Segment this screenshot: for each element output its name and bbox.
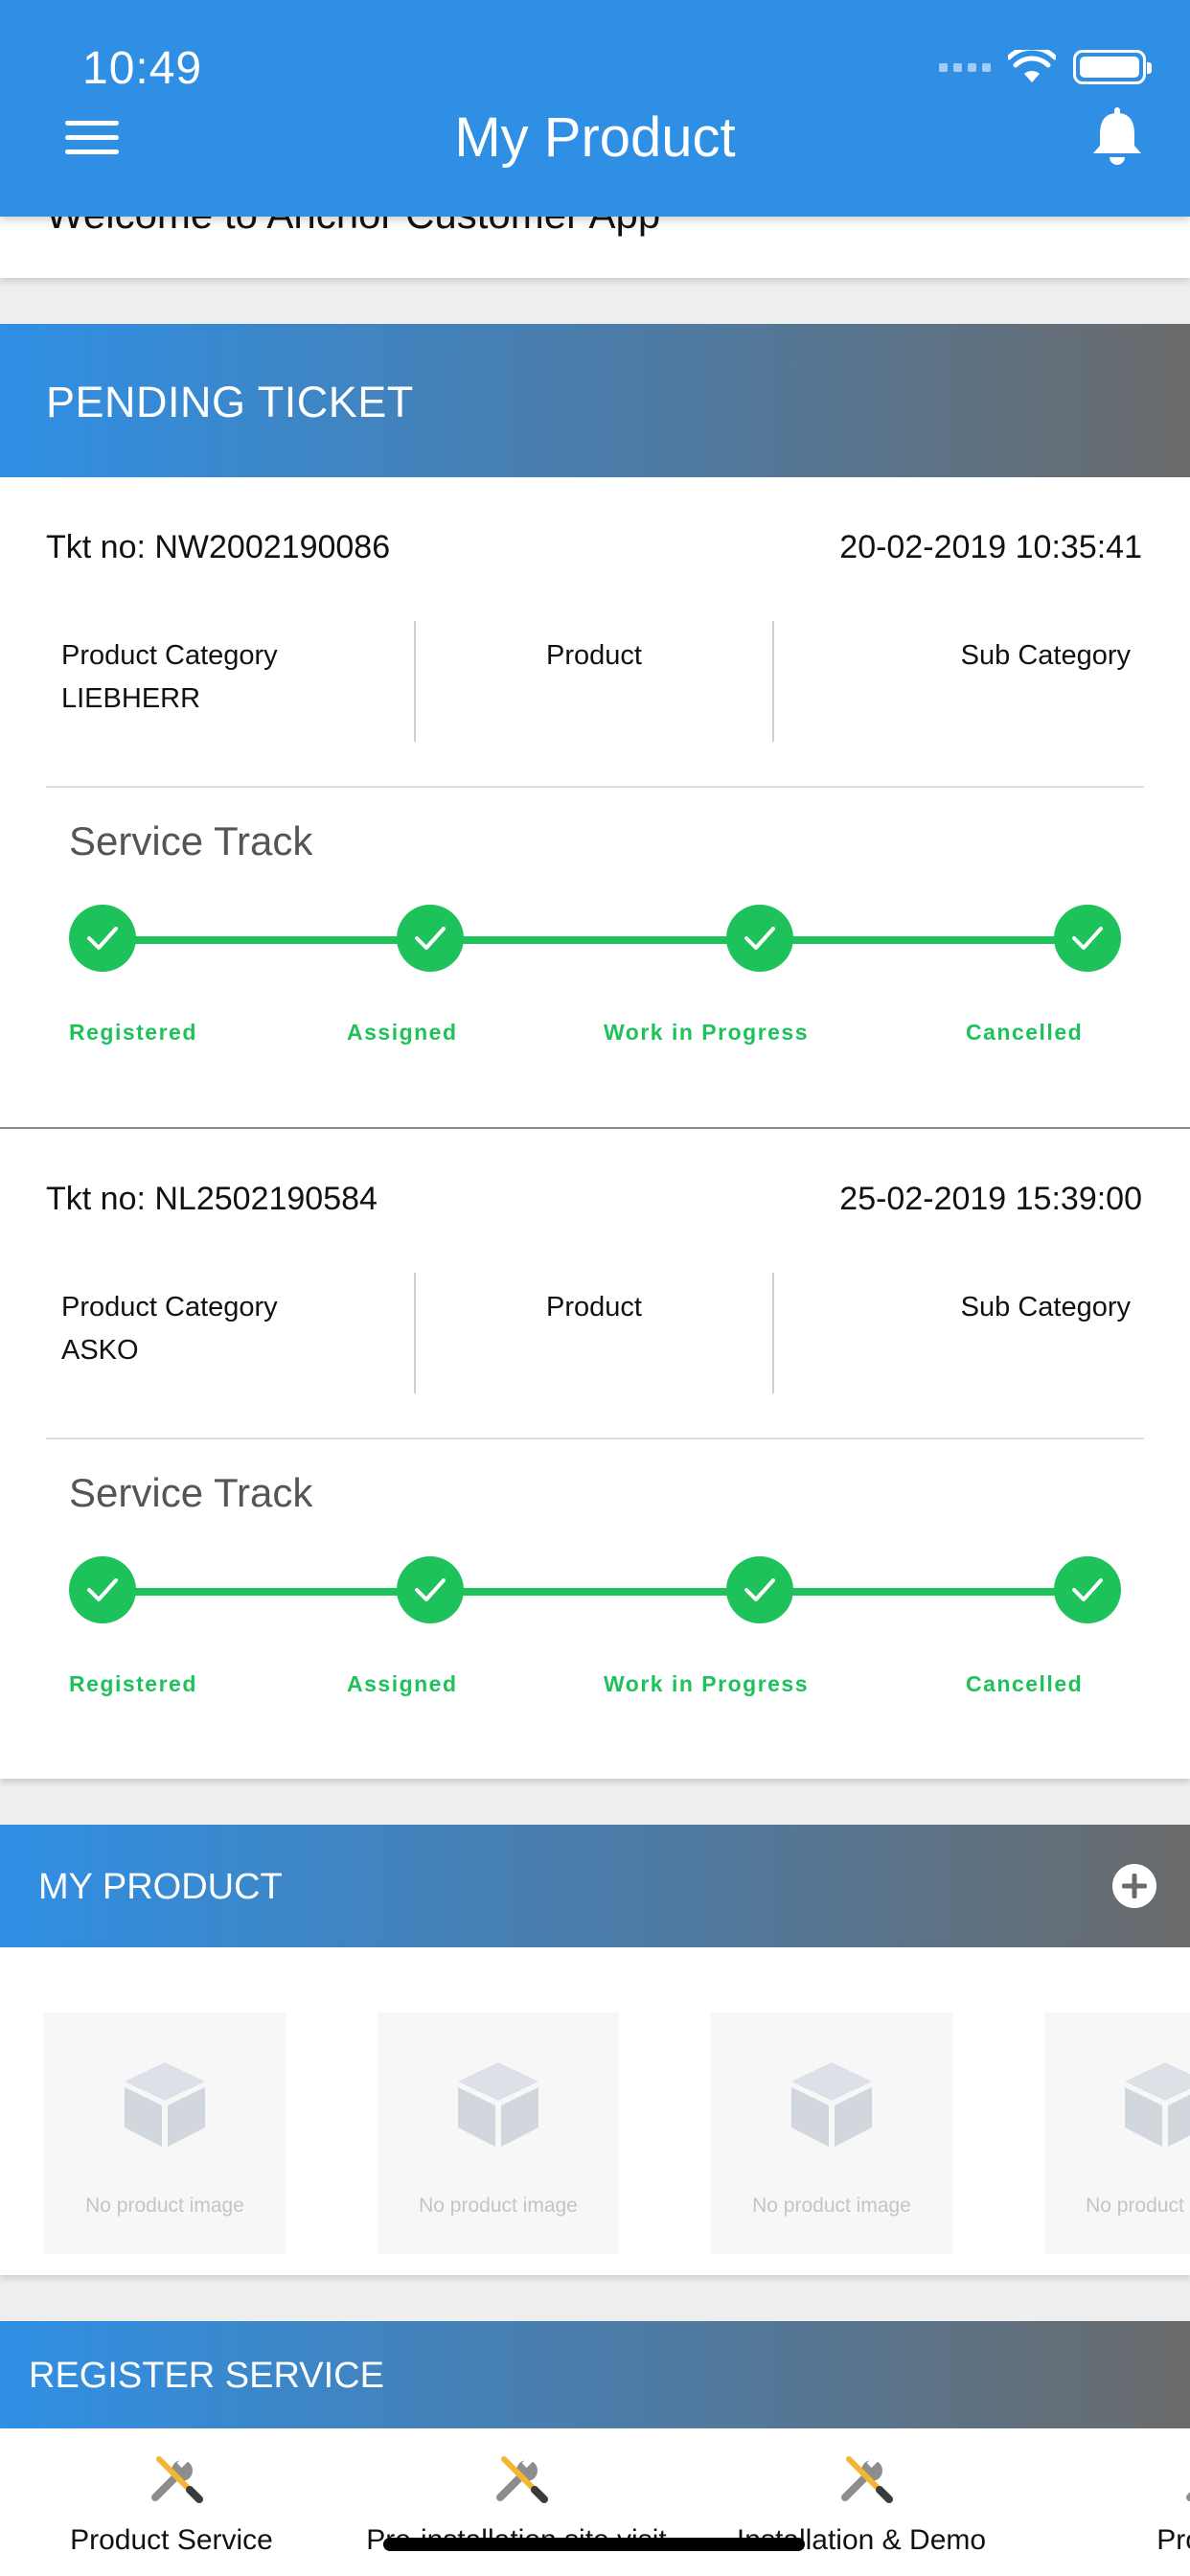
step-label-assigned: Assigned: [347, 1020, 458, 1045]
product-tile[interactable]: No product image: [711, 2012, 952, 2254]
ticket-number: Tkt no: NW2002190086: [46, 529, 391, 565]
step-cancelled-check-icon: [1054, 905, 1121, 972]
track-line: [102, 936, 1087, 944]
step-assigned-check-icon: [397, 1556, 464, 1623]
register-service-header: REGISTER SERVICE: [0, 2321, 1190, 2428]
product-category-column: Product Category ASKO: [61, 1273, 416, 1393]
product-category-column: Product Category LIEBHERR: [61, 621, 416, 742]
product-category-value: ASKO: [61, 1335, 139, 1366]
add-product-plus-circle-icon[interactable]: [1111, 1863, 1157, 1909]
home-indicator[interactable]: [383, 2538, 805, 2551]
step-label-work-in-progress: Work in Progress: [604, 1020, 810, 1045]
product-tile[interactable]: No product image: [1044, 2012, 1190, 2254]
tab-installation-demo[interactable]: Installation & Demo: [703, 2428, 1019, 2576]
divider: [46, 1438, 1144, 1439]
status-icons: [939, 50, 1152, 84]
sub-category-column: Sub Category: [776, 621, 1131, 742]
step-assigned-check-icon: [397, 905, 464, 972]
ticket-date: 25-02-2019 15:39:00: [839, 1181, 1142, 1217]
step-work-in-progress-check-icon: [726, 1556, 793, 1623]
notification-bell-icon[interactable]: [1088, 105, 1146, 167]
service-track: [67, 1556, 1121, 1625]
ticket-date: 20-02-2019 10:35:41: [839, 529, 1142, 565]
step-label-assigned: Assigned: [347, 1671, 458, 1696]
product-category-label: Product Category: [61, 640, 278, 671]
no-product-image-caption: No product image: [1086, 2195, 1190, 2217]
step-label-registered: Registered: [69, 1020, 197, 1045]
ticket-info-row: Product Category ASKO Product Sub Catego…: [46, 1273, 1144, 1393]
ticket-number: Tkt no: NL2502190584: [46, 1181, 378, 1217]
product-column: Product: [414, 1273, 774, 1393]
ticket-card[interactable]: Tkt no: NL2502190584 25-02-2019 15:39:00…: [0, 1129, 1190, 1779]
step-label-cancelled: Cancelled: [966, 1020, 1084, 1045]
divider: [46, 786, 1144, 788]
pending-ticket-title: PENDING TICKET: [46, 378, 414, 426]
ticket-card[interactable]: Tkt no: NW2002190086 20-02-2019 10:35:41…: [0, 477, 1190, 1129]
service-track: [67, 905, 1121, 974]
no-product-image-caption: No product image: [85, 2195, 244, 2217]
service-tabs: Product Service Pre-installation site vi…: [0, 2428, 1190, 2576]
pending-ticket-header: PENDING TICKET: [0, 324, 1190, 477]
service-track-title: Service Track: [69, 1470, 313, 1515]
tab-product[interactable]: Product: [1048, 2428, 1190, 2576]
wrench-screwdriver-icon: [1186, 2492, 1190, 2501]
product-category-value: LIEBHERR: [61, 683, 201, 714]
cellular-signal-icon: [939, 62, 991, 72]
ticket-info-row: Product Category LIEBHERR Product Sub Ca…: [46, 621, 1144, 742]
service-track-title: Service Track: [69, 818, 313, 863]
tab-label: Product Service: [70, 2524, 273, 2556]
no-product-image-caption: No product image: [752, 2195, 911, 2217]
product-category-label: Product Category: [61, 1292, 278, 1322]
my-product-title: MY PRODUCT: [38, 1867, 283, 1907]
app-screen: Welcome to Anchor Customer App 10:49 My …: [0, 0, 1190, 2576]
page-title: My Product: [454, 106, 736, 169]
product-tile[interactable]: No product image: [378, 2012, 619, 2254]
cube-icon: [125, 2062, 205, 2147]
product-label: Product: [546, 640, 642, 671]
tab-product-service[interactable]: Product Service: [13, 2428, 330, 2576]
tab-pre-installation-site-visit[interactable]: Pre-installation site visit: [358, 2428, 675, 2576]
tab-label: Product: [1156, 2524, 1190, 2556]
battery-icon: [1073, 50, 1152, 84]
product-column: Product: [414, 621, 774, 742]
register-service-title: REGISTER SERVICE: [29, 2356, 384, 2396]
step-label-registered: Registered: [69, 1671, 197, 1696]
cube-icon: [458, 2062, 538, 2147]
track-line: [102, 1588, 1087, 1596]
status-time: 10:49: [82, 43, 203, 94]
step-cancelled-check-icon: [1054, 1556, 1121, 1623]
product-carousel[interactable]: No product image No product image No pro…: [0, 1947, 1190, 2275]
wrench-screwdriver-icon: [151, 2454, 203, 2503]
step-registered-check-icon: [69, 1556, 136, 1623]
wifi-icon: [1008, 50, 1056, 82]
sub-category-label: Sub Category: [960, 1292, 1131, 1322]
product-label: Product: [546, 1292, 642, 1322]
sub-category-column: Sub Category: [776, 1273, 1131, 1393]
cube-icon: [791, 2062, 872, 2147]
step-registered-check-icon: [69, 905, 136, 972]
wrench-screwdriver-icon: [841, 2454, 893, 2503]
step-work-in-progress-check-icon: [726, 905, 793, 972]
product-tile[interactable]: No product image: [44, 2012, 286, 2254]
sub-category-label: Sub Category: [960, 640, 1131, 671]
app-header: 10:49 My Product: [0, 0, 1190, 217]
step-label-work-in-progress: Work in Progress: [604, 1671, 810, 1696]
wrench-screwdriver-icon: [496, 2454, 548, 2503]
step-label-cancelled: Cancelled: [966, 1671, 1084, 1696]
no-product-image-caption: No product image: [419, 2195, 578, 2217]
cube-icon: [1125, 2062, 1190, 2147]
my-product-header: MY PRODUCT: [0, 1825, 1190, 1947]
